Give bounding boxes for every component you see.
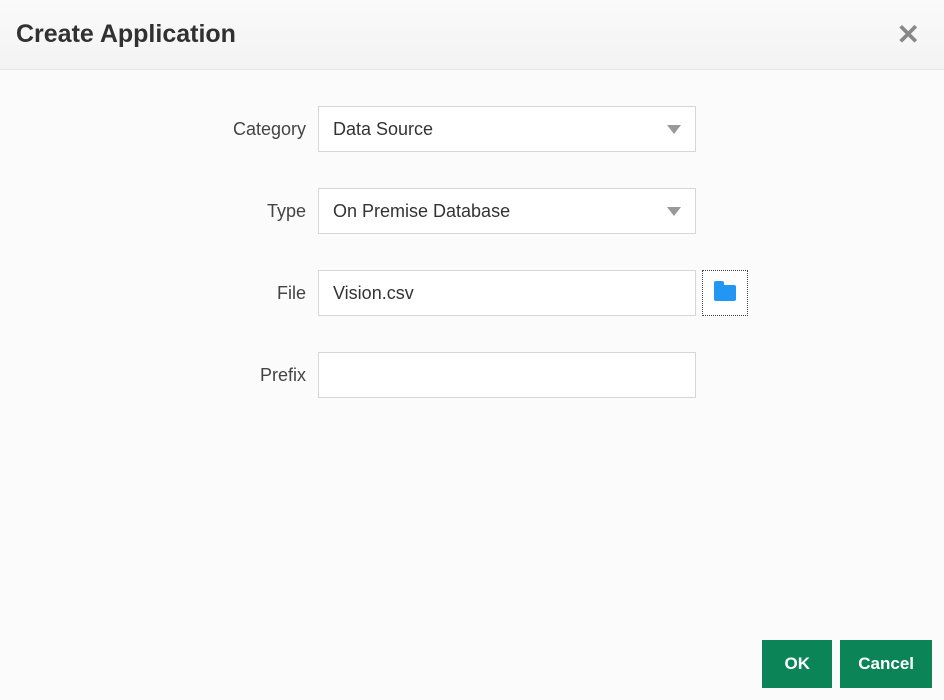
chevron-down-icon <box>667 125 681 134</box>
close-icon[interactable]: ✕ <box>889 14 928 55</box>
dialog-header: Create Application ✕ <box>0 0 944 70</box>
chevron-down-icon <box>667 207 681 216</box>
type-select[interactable]: On Premise Database <box>318 188 696 234</box>
row-file: File Vision.csv <box>0 270 944 316</box>
cancel-button[interactable]: Cancel <box>840 640 932 688</box>
type-selected-value: On Premise Database <box>333 201 510 222</box>
label-type: Type <box>0 201 318 222</box>
form-body: Category Data Source Type On Premise Dat… <box>0 70 944 398</box>
category-selected-value: Data Source <box>333 119 433 140</box>
category-select[interactable]: Data Source <box>318 106 696 152</box>
label-prefix: Prefix <box>0 365 318 386</box>
file-input[interactable]: Vision.csv <box>318 270 696 316</box>
row-category: Category Data Source <box>0 106 944 152</box>
browse-file-button[interactable] <box>702 270 748 316</box>
label-category: Category <box>0 119 318 140</box>
row-type: Type On Premise Database <box>0 188 944 234</box>
folder-icon <box>714 285 736 301</box>
dialog-footer: OK Cancel <box>0 628 944 700</box>
row-prefix: Prefix <box>0 352 944 398</box>
label-file: File <box>0 283 318 304</box>
prefix-input[interactable] <box>318 352 696 398</box>
file-value: Vision.csv <box>333 283 414 304</box>
ok-button[interactable]: OK <box>762 640 832 688</box>
dialog-title: Create Application <box>16 20 236 49</box>
